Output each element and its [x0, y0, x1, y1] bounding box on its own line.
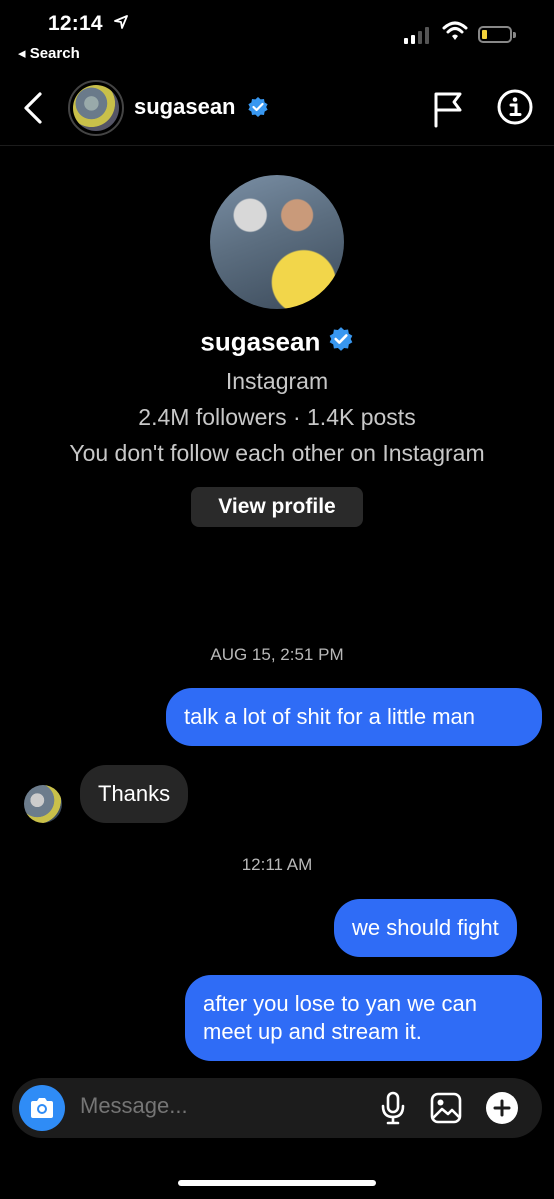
location-arrow-icon	[113, 14, 129, 35]
camera-icon	[31, 1098, 53, 1118]
message-timestamp: 12:11 AM	[241, 855, 313, 874]
received-message[interactable]: Thanks	[80, 765, 189, 823]
chevron-left-icon	[24, 92, 42, 124]
sent-message[interactable]: after you lose to yan we can meet up and…	[185, 975, 542, 1061]
image-icon	[430, 1092, 462, 1124]
plus-icon	[493, 1099, 511, 1117]
flag-icon	[434, 92, 462, 128]
battery-icon	[478, 26, 516, 43]
sent-message[interactable]: talk a lot of shit for a little man	[166, 688, 542, 746]
profile-avatar[interactable]	[210, 175, 344, 309]
message-composer	[12, 1078, 542, 1138]
cellular-signal-icon	[404, 26, 429, 44]
back-button[interactable]	[18, 88, 50, 128]
report-flag-button[interactable]	[432, 90, 464, 133]
message-input[interactable]	[80, 1093, 360, 1119]
back-to-search-link[interactable]: ◂ Search	[18, 44, 80, 62]
sender-avatar[interactable]	[24, 785, 62, 823]
status-time: 12:14	[48, 12, 129, 36]
microphone-icon	[381, 1091, 405, 1125]
view-profile-button[interactable]: View profile	[191, 487, 363, 527]
home-indicator[interactable]	[178, 1180, 376, 1186]
profile-name: sugasean	[0, 325, 554, 359]
info-icon	[497, 89, 533, 125]
verified-badge-icon	[328, 326, 354, 359]
sent-message[interactable]: we should fight	[334, 899, 517, 957]
profile-stats: 2.4M followers · 1.4K posts	[138, 404, 416, 430]
profile-platform: Instagram	[225, 368, 329, 394]
profile-relation: You don't follow each other on Instagram	[69, 440, 485, 466]
chat-header: sugasean	[0, 72, 554, 146]
message-timestamp: AUG 15, 2:51 PM	[210, 645, 344, 664]
gallery-button[interactable]	[430, 1092, 462, 1129]
verified-badge-icon	[247, 96, 269, 123]
info-button[interactable]	[496, 88, 534, 131]
microphone-button[interactable]	[380, 1091, 406, 1130]
header-username[interactable]: sugasean	[134, 94, 236, 120]
more-options-button[interactable]	[486, 1092, 518, 1124]
wifi-icon	[442, 20, 468, 47]
header-avatar[interactable]	[68, 80, 124, 136]
camera-button[interactable]	[19, 1085, 65, 1131]
